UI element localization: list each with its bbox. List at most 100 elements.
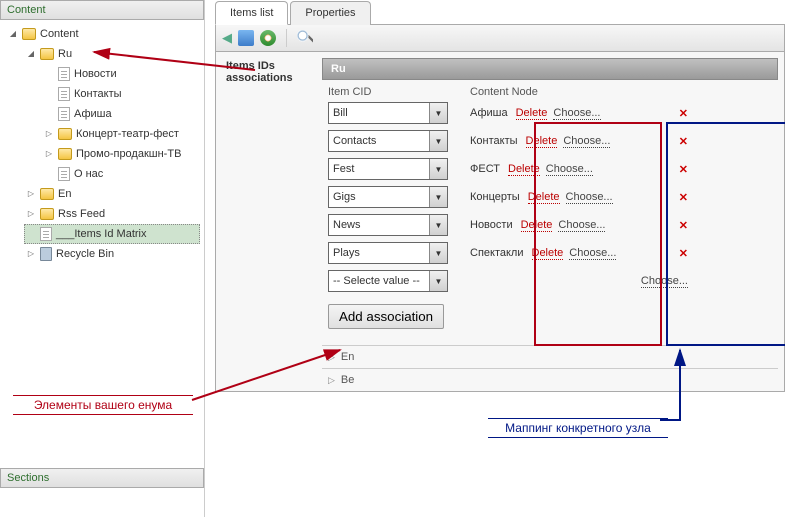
item-cid-select[interactable]: Plays ▼ <box>328 242 448 264</box>
delete-link[interactable]: Delete <box>508 163 540 176</box>
association-row: Gigs ▼ Концерты Delete Choose... ✕ <box>328 186 772 208</box>
tree-en[interactable]: ▷ En <box>24 184 200 204</box>
select-value: Fest <box>329 163 429 175</box>
tree-item[interactable]: О нас <box>42 164 200 184</box>
choose-link[interactable]: Choose... <box>569 247 616 260</box>
delete-link[interactable]: Delete <box>532 247 564 260</box>
expand-icon[interactable]: ▷ <box>44 129 54 139</box>
group-header-collapsed[interactable]: ▷En <box>322 345 778 368</box>
file-icon <box>58 167 70 181</box>
tree-label: Промо-продакшн-ТВ <box>76 145 181 163</box>
select-value: News <box>329 219 429 231</box>
association-row: Fest ▼ ФЕСТ Delete Choose... ✕ <box>328 158 772 180</box>
choose-link-empty[interactable]: Choose... <box>641 275 688 288</box>
delete-link[interactable]: Delete <box>521 219 553 232</box>
tree-item[interactable]: ▷ Концерт-театр-фест <box>42 124 200 144</box>
chevron-down-icon[interactable]: ▼ <box>429 271 447 291</box>
content-node-name: Спектакли <box>468 247 526 259</box>
choose-link[interactable]: Choose... <box>566 191 613 204</box>
col-content-node: Content Node <box>470 86 538 98</box>
collapse-icon[interactable]: ◢ <box>8 29 18 39</box>
chevron-down-icon[interactable]: ▼ <box>429 243 447 263</box>
item-cid-select[interactable]: Contacts ▼ <box>328 130 448 152</box>
tree-label: En <box>58 185 71 203</box>
tree-ru[interactable]: ◢ Ru <box>24 44 200 64</box>
expand-icon[interactable]: ▷ <box>44 149 54 159</box>
tree-root[interactable]: ◢ Content <box>6 24 200 44</box>
expand-icon[interactable]: ▷ <box>26 249 36 259</box>
group-label: Be <box>341 374 354 386</box>
association-row: Plays ▼ Спектакли Delete Choose... ✕ <box>328 242 772 264</box>
sections-panel-header[interactable]: Sections <box>0 468 204 488</box>
remove-row-icon[interactable]: ✕ <box>679 135 688 148</box>
folder-icon <box>40 48 54 60</box>
chevron-down-icon[interactable]: ▼ <box>429 215 447 235</box>
tree-item[interactable]: Новости <box>42 64 200 84</box>
delete-link[interactable]: Delete <box>528 191 560 204</box>
file-icon <box>58 107 70 121</box>
tree-item[interactable]: ▷ Промо-продакшн-ТВ <box>42 144 200 164</box>
chevron-down-icon[interactable]: ▼ <box>429 159 447 179</box>
tree-label: Rss Feed <box>58 205 105 223</box>
add-association-button[interactable]: Add association <box>328 304 444 329</box>
tab-properties[interactable]: Properties <box>290 1 370 25</box>
select-value: Contacts <box>329 135 429 147</box>
remove-row-icon[interactable]: ✕ <box>679 219 688 232</box>
toolbar: ◀ <box>215 25 785 52</box>
choose-link[interactable]: Choose... <box>558 219 605 232</box>
tree-label: Ru <box>58 45 72 63</box>
folder-icon <box>22 28 36 40</box>
expand-icon[interactable]: ▷ <box>328 375 335 386</box>
remove-row-icon[interactable]: ✕ <box>679 191 688 204</box>
group-header-collapsed[interactable]: ▷ Be <box>322 368 778 391</box>
tree-item[interactable]: Контакты <box>42 84 200 104</box>
remove-row-icon[interactable]: ✕ <box>679 247 688 260</box>
tree-recycle-bin[interactable]: ▷ Recycle Bin <box>24 244 200 264</box>
associations-title: Items IDs associations <box>216 52 316 88</box>
expand-icon[interactable]: ▷ <box>26 189 36 199</box>
tree-label: Content <box>40 25 79 43</box>
item-cid-select[interactable]: Gigs ▼ <box>328 186 448 208</box>
item-cid-select[interactable]: Bill ▼ <box>328 102 448 124</box>
chevron-down-icon[interactable]: ▼ <box>429 187 447 207</box>
item-cid-select[interactable]: Fest ▼ <box>328 158 448 180</box>
remove-row-icon[interactable]: ✕ <box>679 107 688 120</box>
tree-label: Концерт-театр-фест <box>76 125 179 143</box>
delete-link[interactable]: Delete <box>526 135 558 148</box>
save-icon[interactable] <box>238 30 254 46</box>
tab-items-list[interactable]: Items list <box>215 1 288 25</box>
spacer <box>44 169 54 179</box>
chevron-down-icon[interactable]: ▼ <box>429 103 447 123</box>
content-panel-header[interactable]: Content <box>0 0 204 20</box>
choose-link[interactable]: Choose... <box>563 135 610 148</box>
group-header-ru[interactable]: Ru <box>322 58 778 80</box>
choose-link[interactable]: Choose... <box>553 107 600 120</box>
select-value: Gigs <box>329 191 429 203</box>
back-icon[interactable]: ◀ <box>222 30 232 46</box>
choose-link[interactable]: Choose... <box>546 163 593 176</box>
content-tree-panel: Content ◢ Content ◢ Ru <box>0 0 205 517</box>
tab-bar: Items list Properties <box>215 0 785 25</box>
tree-label: ___Items Id Matrix <box>56 225 146 243</box>
item-cid-select-empty[interactable]: -- Selecte value -- ▼ <box>328 270 448 292</box>
content-node-name: Афиша <box>468 107 510 119</box>
collapse-icon[interactable]: ◢ <box>26 49 36 59</box>
tree-rss[interactable]: ▷ Rss Feed <box>24 204 200 224</box>
folder-icon <box>58 128 72 140</box>
delete-link[interactable]: Delete <box>516 107 548 120</box>
tree-item[interactable]: Афиша <box>42 104 200 124</box>
tree-label: О нас <box>74 165 103 183</box>
col-item-cid: Item CID <box>328 86 470 98</box>
tree-items-id-matrix[interactable]: ___Items Id Matrix <box>24 224 200 244</box>
remove-row-icon[interactable]: ✕ <box>679 163 688 176</box>
select-value: Plays <box>329 247 429 259</box>
recycle-bin-icon <box>40 247 52 261</box>
toolbar-separator <box>286 29 287 47</box>
folder-icon <box>58 148 72 160</box>
refresh-icon[interactable] <box>260 30 276 46</box>
expand-icon[interactable]: ▷ <box>26 209 36 219</box>
search-icon[interactable] <box>297 30 313 46</box>
chevron-down-icon[interactable]: ▼ <box>429 131 447 151</box>
expand-icon[interactable]: ▷ <box>328 352 335 363</box>
item-cid-select[interactable]: News ▼ <box>328 214 448 236</box>
